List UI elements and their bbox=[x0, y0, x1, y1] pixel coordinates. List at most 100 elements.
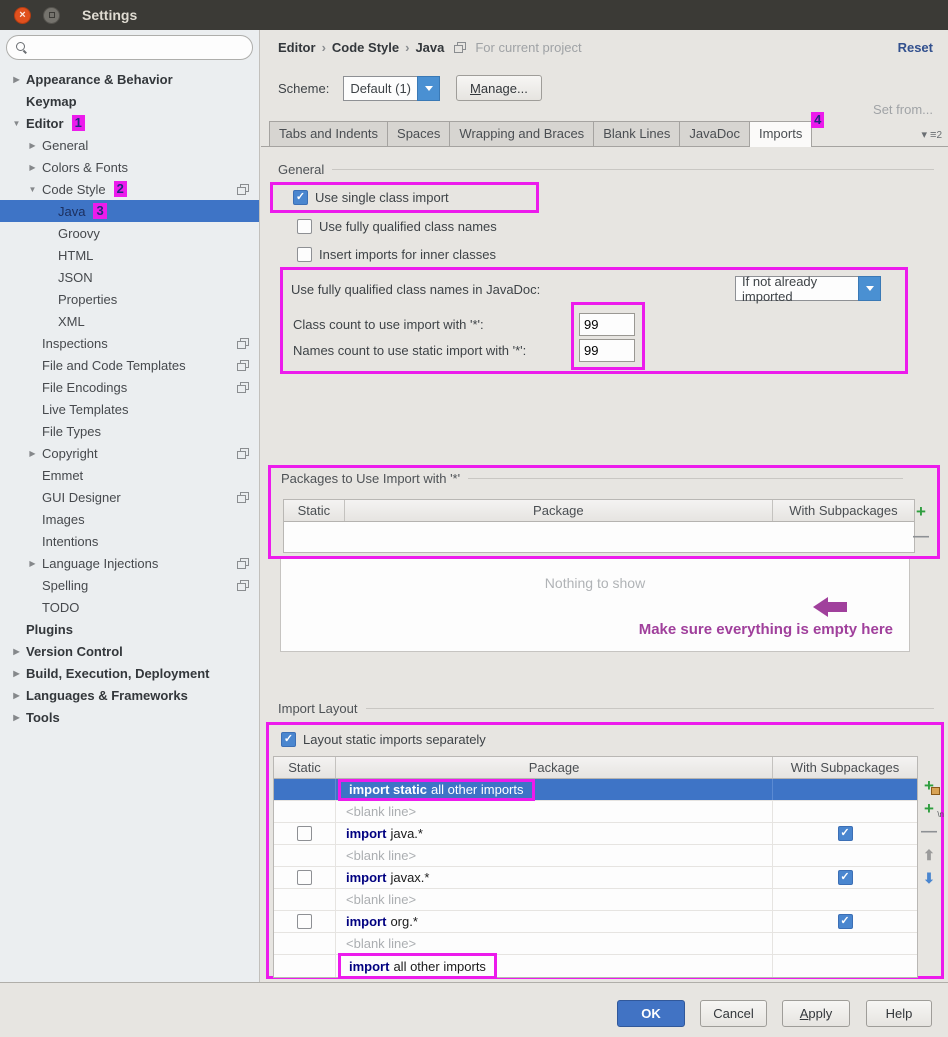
cancel-button[interactable]: Cancel bbox=[700, 1000, 767, 1027]
sidebar-item-editor[interactable]: ▼Editor1 bbox=[0, 112, 259, 134]
sidebar-item-xml[interactable]: XML bbox=[0, 310, 259, 332]
sidebar-item-colors-fonts[interactable]: ▶Colors & Fonts bbox=[0, 156, 259, 178]
chevron-right-icon[interactable]: ▶ bbox=[28, 163, 37, 172]
ok-button[interactable]: OK bbox=[617, 1000, 685, 1027]
column-header-with-subpackages[interactable]: With Subpackages bbox=[773, 500, 914, 521]
add-package-button[interactable]: + bbox=[912, 503, 930, 521]
chevron-right-icon[interactable]: ▶ bbox=[12, 713, 21, 722]
sidebar-item-properties[interactable]: Properties bbox=[0, 288, 259, 310]
move-up-button[interactable]: ⬆ bbox=[920, 846, 938, 864]
remove-package-button[interactable]: — bbox=[912, 528, 930, 546]
breadcrumb-item-code-style[interactable]: Code Style bbox=[332, 40, 399, 55]
help-button[interactable]: Help bbox=[866, 1000, 932, 1027]
tab-imports[interactable]: Imports4 bbox=[749, 121, 812, 147]
sidebar-item-tools[interactable]: ▶Tools bbox=[0, 706, 259, 728]
scheme-dropdown[interactable]: Default (1) bbox=[343, 76, 440, 101]
add-blank-line-button[interactable]: + bbox=[920, 800, 938, 818]
column-header-package[interactable]: Package bbox=[336, 757, 773, 778]
import-layout-row[interactable]: importorg.* bbox=[274, 911, 917, 933]
import-layout-row[interactable]: importjava.* bbox=[274, 823, 917, 845]
chevron-down-icon[interactable]: ▼ bbox=[28, 185, 37, 194]
window-close-button[interactable]: × bbox=[14, 7, 31, 24]
import-layout-row[interactable]: <blank line> bbox=[274, 845, 917, 867]
sidebar-item-file-and-code-templates[interactable]: File and Code Templates bbox=[0, 354, 259, 376]
class-count-input[interactable] bbox=[579, 313, 635, 336]
static-checkbox[interactable] bbox=[297, 914, 312, 929]
sidebar-item-images[interactable]: Images bbox=[0, 508, 259, 530]
import-layout-row[interactable]: <blank line> bbox=[274, 933, 917, 955]
move-down-button[interactable]: ⬇ bbox=[920, 869, 938, 887]
insert-inner-classes-checkbox[interactable] bbox=[297, 247, 312, 262]
import-layout-row[interactable]: <blank line> bbox=[274, 889, 917, 911]
sidebar-item-languages-frameworks[interactable]: ▶Languages & Frameworks bbox=[0, 684, 259, 706]
column-header-static[interactable]: Static bbox=[284, 500, 345, 521]
sidebar-item-spelling[interactable]: Spelling bbox=[0, 574, 259, 596]
search-input[interactable] bbox=[33, 38, 244, 58]
sidebar-item-file-encodings[interactable]: File Encodings bbox=[0, 376, 259, 398]
tab-blank-lines[interactable]: Blank Lines bbox=[593, 121, 680, 146]
sidebar-item-code-style[interactable]: ▼Code Style2 bbox=[0, 178, 259, 200]
chevron-right-icon[interactable]: ▶ bbox=[28, 141, 37, 150]
chevron-right-icon[interactable]: ▶ bbox=[28, 449, 37, 458]
sidebar-item-live-templates[interactable]: Live Templates bbox=[0, 398, 259, 420]
static-checkbox[interactable] bbox=[297, 826, 312, 841]
javadoc-qualified-dropdown[interactable]: If not already imported bbox=[735, 276, 881, 301]
sidebar-item-keymap[interactable]: Keymap bbox=[0, 90, 259, 112]
breadcrumb-item-editor[interactable]: Editor bbox=[278, 40, 316, 55]
import-layout-row[interactable]: importall other imports bbox=[274, 955, 917, 977]
chevron-right-icon[interactable]: ▶ bbox=[28, 559, 37, 568]
chevron-right-icon[interactable]: ▶ bbox=[12, 75, 21, 84]
window-maximize-button[interactable] bbox=[43, 7, 60, 24]
import-layout-row[interactable]: import staticall other imports bbox=[274, 779, 917, 801]
sidebar-item-build-execution-deployment[interactable]: ▶Build, Execution, Deployment bbox=[0, 662, 259, 684]
import-layout-row[interactable]: importjavax.* bbox=[274, 867, 917, 889]
column-header-static[interactable]: Static bbox=[274, 757, 336, 778]
sidebar-item-gui-designer[interactable]: GUI Designer bbox=[0, 486, 259, 508]
tab-wrapping-and-braces[interactable]: Wrapping and Braces bbox=[449, 121, 594, 146]
tab-overflow-icon[interactable]: ▾ ≡2 bbox=[921, 128, 942, 141]
reset-link[interactable]: Reset bbox=[898, 40, 933, 55]
column-header-with-subpackages[interactable]: With Subpackages bbox=[773, 757, 917, 778]
breadcrumb-item-java[interactable]: Java bbox=[415, 40, 444, 55]
packages-table-body[interactable] bbox=[284, 522, 914, 552]
static-checkbox[interactable] bbox=[297, 870, 312, 885]
sidebar-item-copyright[interactable]: ▶Copyright bbox=[0, 442, 259, 464]
sidebar-item-language-injections[interactable]: ▶Language Injections bbox=[0, 552, 259, 574]
sidebar-item-version-control[interactable]: ▶Version Control bbox=[0, 640, 259, 662]
use-single-class-import-checkbox[interactable] bbox=[293, 190, 308, 205]
chevron-right-icon[interactable]: ▶ bbox=[12, 669, 21, 678]
tab-javadoc[interactable]: JavaDoc bbox=[679, 121, 750, 146]
sidebar-item-todo[interactable]: TODO bbox=[0, 596, 259, 618]
sidebar-item-groovy[interactable]: Groovy bbox=[0, 222, 259, 244]
chevron-down-icon[interactable]: ▼ bbox=[12, 119, 21, 128]
sidebar-item-emmet[interactable]: Emmet bbox=[0, 464, 259, 486]
tab-spaces[interactable]: Spaces bbox=[387, 121, 450, 146]
names-count-input[interactable] bbox=[579, 339, 635, 362]
sidebar-item-appearance-behavior[interactable]: ▶Appearance & Behavior bbox=[0, 68, 259, 90]
remove-entry-button[interactable]: — bbox=[920, 823, 938, 841]
sidebar-item-plugins[interactable]: Plugins bbox=[0, 618, 259, 640]
manage-button[interactable]: Manage... bbox=[456, 75, 542, 101]
tab-tabs-and-indents[interactable]: Tabs and Indents bbox=[269, 121, 388, 146]
with-subpackages-checkbox[interactable] bbox=[838, 870, 853, 885]
sidebar-item-general[interactable]: ▶General bbox=[0, 134, 259, 156]
chevron-down-icon[interactable] bbox=[858, 276, 881, 301]
sidebar-item-html[interactable]: HTML bbox=[0, 244, 259, 266]
layout-static-imports-checkbox[interactable] bbox=[281, 732, 296, 747]
import-layout-row[interactable]: <blank line> bbox=[274, 801, 917, 823]
sidebar-item-inspections[interactable]: Inspections bbox=[0, 332, 259, 354]
sidebar-item-intentions[interactable]: Intentions bbox=[0, 530, 259, 552]
sidebar-item-file-types[interactable]: File Types bbox=[0, 420, 259, 442]
set-from-link[interactable]: Set from... bbox=[873, 102, 933, 117]
chevron-down-icon[interactable] bbox=[417, 76, 440, 101]
column-header-package[interactable]: Package bbox=[345, 500, 773, 521]
with-subpackages-checkbox[interactable] bbox=[838, 914, 853, 929]
with-subpackages-checkbox[interactable] bbox=[838, 826, 853, 841]
chevron-right-icon[interactable]: ▶ bbox=[12, 647, 21, 656]
use-fully-qualified-checkbox[interactable] bbox=[297, 219, 312, 234]
add-package-button[interactable]: + bbox=[920, 777, 938, 795]
sidebar-item-java[interactable]: Java3 bbox=[0, 200, 259, 222]
chevron-right-icon[interactable]: ▶ bbox=[12, 691, 21, 700]
apply-button[interactable]: Apply bbox=[782, 1000, 850, 1027]
sidebar-item-json[interactable]: JSON bbox=[0, 266, 259, 288]
